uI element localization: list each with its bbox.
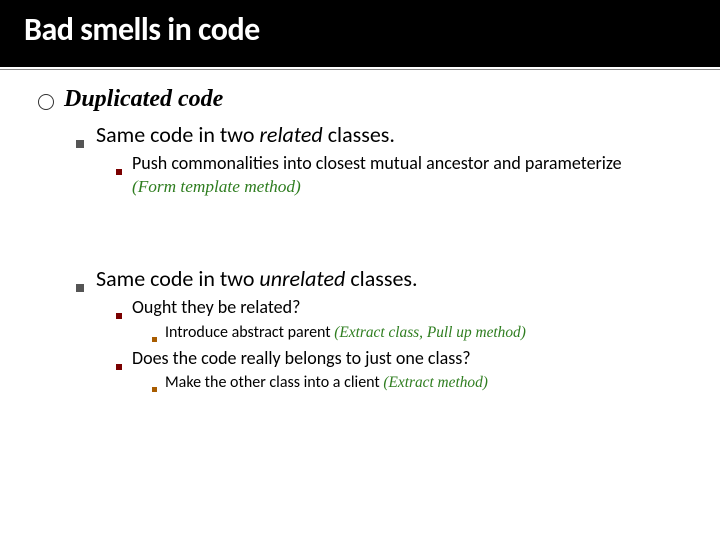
square-bullet-icon	[76, 284, 84, 292]
section2-headline-text: Same code in two unrelated classes.	[96, 265, 418, 292]
refactor-label: (Extract class, Pull up method)	[334, 324, 526, 341]
tiny-square-bullet-icon	[152, 387, 157, 392]
section2-point1-sub: Introduce abstract parent (Extract class…	[152, 323, 690, 343]
section2-point2-sub-text: Make the other class into a client (Extr…	[165, 373, 488, 393]
section2-point1: Ought they be related?	[116, 296, 690, 319]
refactor-label: (Extract method)	[383, 374, 488, 391]
section1-headline: Same code in two related classes.	[76, 121, 690, 148]
spacer	[30, 201, 690, 257]
section2-point2: Does the code really belongs to just one…	[116, 347, 690, 370]
title-bar: Bad smells in code	[0, 0, 720, 67]
section1-point1: Push commonalities into closest mutual a…	[116, 152, 690, 197]
section2-point1-text: Ought they be related?	[132, 296, 300, 319]
section1-point1-text: Push commonalities into closest mutual a…	[132, 152, 622, 197]
tiny-square-bullet-icon	[152, 337, 157, 342]
text-fragment: classes.	[345, 265, 417, 292]
slide: Bad smells in code Duplicated code Same …	[0, 0, 720, 540]
heading-text: Duplicated code	[64, 86, 223, 113]
slide-content: Duplicated code Same code in two related…	[0, 70, 720, 393]
circle-bullet-icon	[38, 94, 54, 110]
heading-row: Duplicated code	[38, 86, 690, 113]
slide-title: Bad smells in code	[24, 10, 260, 49]
emphasis-text: unrelated	[259, 265, 345, 292]
text-fragment: classes.	[323, 121, 395, 148]
text-fragment: Push commonalities into closest mutual a…	[132, 152, 622, 174]
text-fragment: Introduce abstract parent	[165, 323, 334, 342]
text-fragment: Same code in two	[96, 265, 259, 292]
small-square-bullet-icon	[116, 313, 122, 319]
square-bullet-icon	[76, 140, 84, 148]
section2-headline: Same code in two unrelated classes.	[76, 265, 690, 292]
emphasis-text: related	[259, 121, 322, 148]
section1-headline-text: Same code in two related classes.	[96, 121, 395, 148]
section2-point2-sub: Make the other class into a client (Extr…	[152, 373, 690, 393]
small-square-bullet-icon	[116, 169, 122, 175]
refactor-label: (Form template method)	[132, 177, 301, 196]
text-fragment: Same code in two	[96, 121, 259, 148]
text-fragment: Make the other class into a client	[165, 373, 383, 392]
section2-point2-text: Does the code really belongs to just one…	[132, 347, 471, 370]
section2-point1-sub-text: Introduce abstract parent (Extract class…	[165, 323, 526, 343]
small-square-bullet-icon	[116, 364, 122, 370]
